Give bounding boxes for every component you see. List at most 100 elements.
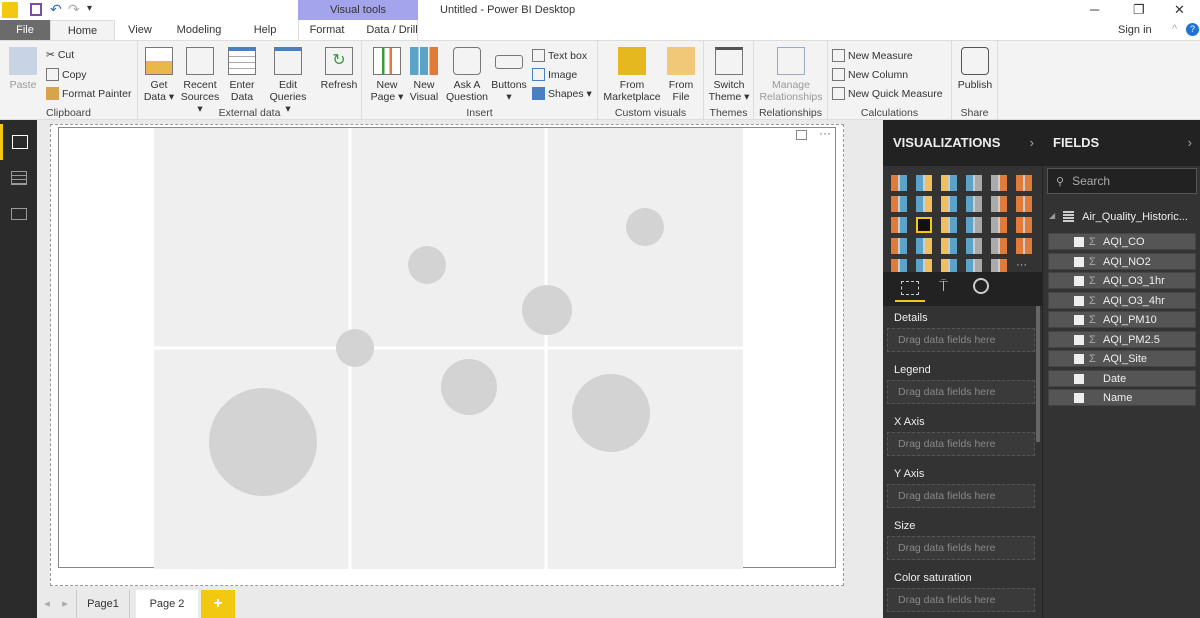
enter-data-button[interactable]: Enter Data	[224, 47, 260, 103]
checkbox[interactable]	[1074, 354, 1084, 364]
undo-icon[interactable]: ↶	[50, 1, 62, 18]
shapes-button[interactable]: Shapes ▾	[532, 87, 592, 100]
tab-modeling[interactable]: Modeling	[168, 20, 230, 40]
filled-map-visual-icon[interactable]	[891, 238, 907, 254]
minimize-button[interactable]: ─	[1090, 2, 1099, 17]
model-view-button[interactable]	[0, 196, 37, 232]
add-page-button[interactable]: +	[201, 590, 235, 618]
publish-button[interactable]: Publish	[956, 47, 994, 91]
buttons-button[interactable]: Buttons ▾	[490, 47, 528, 103]
checkbox[interactable]	[1074, 237, 1084, 247]
waterfall-visual-icon[interactable]	[891, 217, 907, 233]
kpi-visual-icon[interactable]	[1016, 238, 1032, 254]
stacked-column-visual-icon[interactable]	[916, 175, 932, 191]
new-measure-button[interactable]: New Measure	[832, 49, 913, 62]
tab-help[interactable]: Help	[245, 20, 285, 40]
line-clustered-visual-icon[interactable]	[991, 196, 1007, 212]
format-paint-roller-icon[interactable]: ⍑	[939, 278, 948, 295]
line-column-visual-icon[interactable]	[966, 196, 982, 212]
manage-relationships-button[interactable]: Manage Relationships	[758, 47, 824, 103]
field-item[interactable]: Σ AQI_PM10	[1048, 311, 1196, 328]
quick-access-dropdown-icon[interactable]: ▾	[87, 3, 92, 14]
tab-view[interactable]: View	[120, 20, 160, 40]
prev-page-icon[interactable]: ◂	[40, 590, 54, 618]
card-visual-icon[interactable]	[966, 238, 982, 254]
funnel-visual-icon[interactable]	[916, 238, 932, 254]
text-box-button[interactable]: Text box	[532, 49, 587, 62]
search-input[interactable]: ⚲ Search	[1047, 168, 1197, 194]
field-item[interactable]: Σ AQI_PM2.5	[1048, 330, 1196, 348]
help-icon[interactable]: ?	[1186, 23, 1199, 36]
100-bar-visual-icon[interactable]	[991, 175, 1007, 191]
data-view-button[interactable]	[0, 160, 37, 196]
refresh-button[interactable]: ↻ Refresh	[320, 47, 358, 91]
page-tab-2[interactable]: Page 2	[136, 590, 198, 618]
stacked-area-visual-icon[interactable]	[941, 196, 957, 212]
multi-row-card-visual-icon[interactable]	[991, 238, 1007, 254]
checkbox[interactable]	[1074, 315, 1084, 325]
fields-tab[interactable]	[895, 278, 925, 302]
close-button[interactable]: ✕	[1174, 2, 1185, 18]
copy-button[interactable]: Copy	[46, 68, 87, 81]
save-icon[interactable]	[30, 3, 42, 16]
scatter-visual[interactable]: ···	[58, 126, 836, 569]
format-painter-button[interactable]: Format Painter	[46, 87, 131, 100]
new-page-button[interactable]: New Page ▾	[370, 47, 404, 103]
collapse-pane-icon[interactable]: ›	[1188, 120, 1192, 166]
stacked-bar-visual-icon[interactable]	[891, 175, 907, 191]
redo-icon[interactable]: ↷	[68, 1, 80, 18]
checkbox[interactable]	[1074, 334, 1084, 345]
donut-visual-icon[interactable]	[966, 217, 982, 233]
new-quick-measure-button[interactable]: New Quick Measure	[832, 87, 943, 100]
switch-theme-button[interactable]: Switch Theme ▾	[708, 47, 750, 103]
field-item[interactable]: Σ AQI_CO	[1048, 233, 1196, 250]
field-item[interactable]: Date	[1048, 369, 1196, 387]
tab-format[interactable]: Format	[300, 20, 354, 40]
area-visual-icon[interactable]	[916, 196, 932, 212]
checkbox[interactable]	[1074, 295, 1084, 306]
field-item[interactable]: Σ AQI_NO2	[1048, 252, 1196, 270]
from-marketplace-button[interactable]: From Marketplace	[602, 47, 662, 103]
drop-zone[interactable]: Drag data fields here	[887, 484, 1035, 508]
drop-zone[interactable]: Drag data fields here	[887, 588, 1035, 612]
clustered-bar-visual-icon[interactable]	[941, 175, 957, 191]
more-options-icon[interactable]: ···	[819, 126, 831, 140]
checkbox[interactable]	[1074, 373, 1084, 384]
line-visual-icon[interactable]	[891, 196, 907, 212]
focus-mode-icon[interactable]	[796, 130, 807, 140]
checkbox[interactable]	[1074, 393, 1084, 403]
field-item[interactable]: Name	[1048, 389, 1196, 406]
restore-button[interactable]: ❐	[1133, 2, 1145, 18]
field-item[interactable]: Σ AQI_O3_4hr	[1048, 291, 1196, 309]
image-button[interactable]: Image	[532, 68, 577, 81]
checkbox[interactable]	[1074, 256, 1084, 267]
ribbon-visual-icon[interactable]	[1016, 196, 1032, 212]
sign-in-link[interactable]: Sign in	[1118, 24, 1152, 36]
tab-file[interactable]: File	[0, 20, 50, 40]
next-page-icon[interactable]: ▸	[58, 590, 72, 618]
drop-zone[interactable]: Drag data fields here	[887, 380, 1035, 404]
table-node[interactable]: ◢ Air_Quality_Historic...	[1049, 211, 1188, 223]
treemap-visual-icon[interactable]	[991, 217, 1007, 233]
get-data-button[interactable]: Get Data ▾	[142, 47, 176, 103]
tab-home[interactable]: Home	[50, 20, 115, 40]
analytics-magnifier-icon[interactable]	[973, 278, 989, 294]
page-tab-1[interactable]: Page1	[76, 590, 130, 618]
gauge-visual-icon[interactable]	[941, 238, 957, 254]
paste-button[interactable]: Paste	[6, 47, 40, 91]
collapse-pane-icon[interactable]: ›	[1030, 120, 1034, 166]
100-column-visual-icon[interactable]	[1016, 175, 1032, 191]
field-item[interactable]: Σ AQI_Site	[1048, 350, 1196, 367]
ask-question-button[interactable]: Ask A Question	[446, 47, 488, 103]
drop-zone[interactable]: Drag data fields here	[887, 432, 1035, 456]
scrollbar[interactable]	[1036, 306, 1040, 442]
clustered-column-visual-icon[interactable]	[966, 175, 982, 191]
recent-sources-button[interactable]: Recent Sources ▾	[178, 47, 222, 115]
report-view-button[interactable]	[0, 124, 37, 160]
scatter-chart-visual-icon[interactable]	[916, 217, 932, 233]
from-file-button[interactable]: From File	[664, 47, 698, 103]
cut-button[interactable]: ✂ Cut	[46, 49, 74, 61]
edit-queries-button[interactable]: Edit Queries ▾	[266, 47, 310, 115]
new-column-button[interactable]: New Column	[832, 68, 908, 81]
collapse-ribbon-icon[interactable]: ^	[1172, 23, 1177, 35]
